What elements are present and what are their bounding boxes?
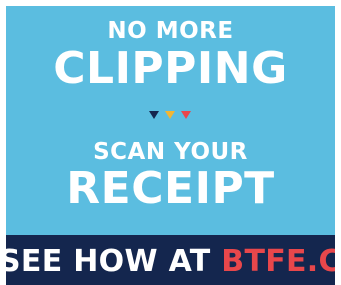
ad-panel: NO MORE CLIPPING SCAN YOUR RECEIPT SEE H… bbox=[6, 6, 335, 285]
triangle-divider bbox=[6, 106, 335, 119]
cta-text: SEE HOW AT BTFE.COM bbox=[6, 247, 335, 277]
cta-url-link[interactable]: BTFE.COM bbox=[221, 244, 335, 279]
navy-triangle-icon bbox=[148, 111, 159, 119]
red-triangle-icon bbox=[180, 111, 191, 119]
headline-scan-your: SCAN YOUR bbox=[93, 139, 248, 165]
yellow-triangle-icon bbox=[164, 111, 175, 119]
cta-bar[interactable]: SEE HOW AT BTFE.COM bbox=[6, 235, 335, 285]
headline-receipt: RECEIPT bbox=[66, 163, 275, 214]
headline-clipping: CLIPPING bbox=[53, 43, 288, 94]
cta-lead: SEE HOW AT bbox=[6, 244, 222, 279]
headline-no-more: NO MORE bbox=[107, 18, 234, 44]
